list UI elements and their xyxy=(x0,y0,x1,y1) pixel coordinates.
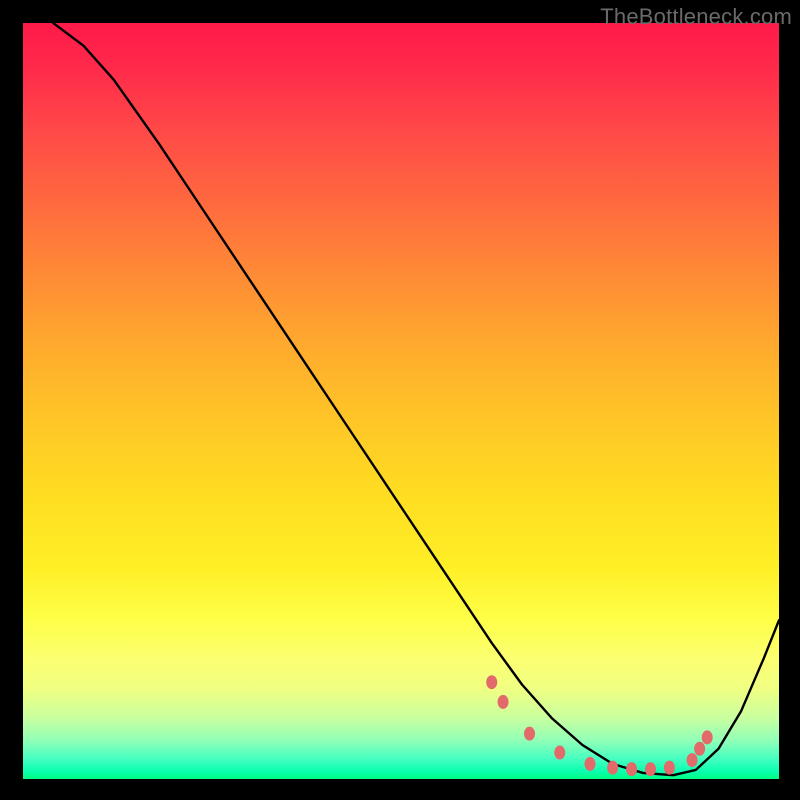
dot-marker xyxy=(702,730,713,744)
curve-line xyxy=(53,23,779,775)
chart-svg xyxy=(23,23,779,779)
dot-marker xyxy=(687,753,698,767)
watermark-text: TheBottleneck.com xyxy=(600,4,792,30)
dot-marker xyxy=(607,761,618,775)
dot-marker xyxy=(585,757,596,771)
dot-marker xyxy=(645,762,656,776)
curve-dots xyxy=(486,675,712,776)
dot-marker xyxy=(524,727,535,741)
dot-marker xyxy=(498,695,509,709)
dot-marker xyxy=(486,675,497,689)
chart-plot xyxy=(23,23,779,779)
dot-marker xyxy=(626,762,637,776)
dot-marker xyxy=(664,761,675,775)
dot-marker xyxy=(554,746,565,760)
chart-frame: TheBottleneck.com xyxy=(0,0,800,800)
dot-marker xyxy=(694,742,705,756)
